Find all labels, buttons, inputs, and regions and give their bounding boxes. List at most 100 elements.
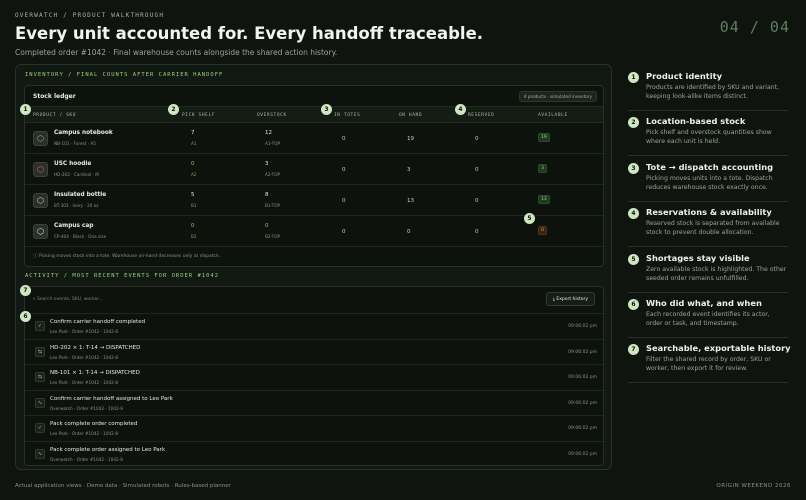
event-time: 09:06:02 pm — [568, 349, 597, 355]
feature-title: Shortages stay visible — [646, 253, 750, 263]
pick-shelf-qty: 0 — [191, 161, 195, 167]
event-meta: Overwatch · Order #1042 · 1042-8 — [50, 456, 123, 462]
list-item[interactable]: ✓ Confirm carrier handoff completed Leo … — [25, 313, 603, 339]
feature-number: 6 — [628, 299, 639, 310]
in-totes-qty: 0 — [342, 198, 346, 204]
on-hand-qty: 0 — [407, 229, 411, 235]
product-sku: CP-404 · Black · One size — [54, 234, 107, 239]
product-sku: HD-202 · Cardinal · M — [54, 172, 99, 177]
pick-shelf-location: B2 — [191, 234, 197, 239]
search-placeholder: Search events, SKU, worker... — [36, 297, 103, 302]
overstock-location: A1-TOP — [265, 141, 281, 146]
arrows-icon: ⇆ — [35, 346, 45, 357]
overstock-qty: 3 — [265, 161, 269, 167]
page-subtitle: Completed order #1042 · Final warehouse … — [15, 48, 338, 57]
export-history-button[interactable]: ⤓ Export history — [545, 292, 595, 306]
feature-description: Products are identified by SKU and varia… — [646, 84, 780, 100]
col-reserved: RESERVED — [468, 113, 495, 118]
list-item[interactable]: ∿ Confirm carrier handoff assigned to Le… — [25, 389, 603, 416]
ledger-header: PRODUCT / SKU PICK SHELF OVERSTOCK IN TO… — [25, 106, 603, 123]
table-row[interactable]: ⬡ Campus notebook NB-101 · Forest · A5 7… — [25, 123, 603, 154]
main-card: INVENTORY / FINAL COUNTS AFTER CARRIER H… — [15, 64, 612, 470]
feature-title: Reservations & availability — [646, 207, 772, 217]
col-pick-shelf: PICK SHELF — [182, 113, 216, 118]
check-circle-icon: ✓ — [35, 423, 45, 433]
feature-number: 1 — [628, 72, 639, 83]
overstock-qty: 12 — [265, 130, 272, 136]
in-totes-qty: 0 — [342, 229, 346, 235]
callout-badge-6: 6 — [20, 311, 31, 322]
page-title: Every unit accounted for. Every handoff … — [15, 24, 484, 43]
overstock-location: B1-TOP — [265, 203, 281, 208]
inventory-section-label: INVENTORY / FINAL COUNTS AFTER CARRIER H… — [25, 72, 224, 78]
list-item[interactable]: ✓ Pack complete order completed Leo Park… — [25, 415, 603, 441]
feature-divider — [628, 246, 788, 247]
event-meta: Leo Park · Order #1042 · 1042-8 — [50, 329, 118, 334]
feature-divider — [628, 337, 788, 338]
feature-number: 7 — [628, 344, 639, 355]
table-row[interactable]: ⬡ USC hoodie HD-202 · Cardinal · M 0 A2 … — [25, 154, 603, 185]
callout-badge-3: 3 — [321, 104, 332, 115]
feature-number: 4 — [628, 208, 639, 219]
col-on-hand: ON HAND — [399, 113, 423, 118]
box-icon: ⬡ — [33, 131, 48, 146]
col-overstock: OVERSTOCK — [257, 113, 287, 118]
event-title: HD-202 × 1: T-14 → DISPATCHED — [50, 344, 141, 351]
product-name: USC hoodie — [54, 161, 92, 167]
footer-right: ORIGIN WEEKEND 2026 — [716, 483, 791, 489]
eyebrow: OVERWATCH / PRODUCT WALKTHROUGH — [15, 12, 165, 19]
callout-badge-7: 7 — [20, 285, 31, 296]
event-time: 09:06:02 pm — [568, 324, 597, 329]
table-row[interactable]: ⬡ Insulated bottle BT-303 · Ivory · 20 o… — [25, 185, 603, 216]
product-name: Campus cap — [54, 223, 94, 229]
product-name: Insulated bottle — [54, 192, 107, 198]
feature-description: Pick shelf and overstock quantities show… — [646, 129, 772, 145]
feature-divider — [628, 382, 788, 383]
event-meta: Leo Park · Order #1042 · 1042-8 — [50, 380, 118, 385]
product-name: Campus notebook — [54, 130, 113, 136]
list-item[interactable]: ⇆ NB-101 × 1: T-14 → DISPATCHED Leo Park… — [25, 364, 603, 390]
search-input[interactable]: ⌕ Search events, SKU, worker... — [33, 296, 103, 302]
in-totes-qty: 0 — [342, 136, 346, 142]
table-row[interactable]: ⬡ Campus cap CP-404 · Black · One size 0… — [25, 216, 603, 247]
list-item[interactable]: ∿ Pack complete order assigned to Leo Pa… — [25, 440, 603, 466]
footer-left: Actual application views · Demo data · S… — [15, 483, 231, 489]
available-badge: 13 — [538, 195, 550, 204]
activity-icon: ∿ — [35, 397, 45, 408]
feature-divider — [628, 155, 788, 156]
event-time: 09:06:02 pm — [568, 426, 597, 431]
feature-description: Picking moves units into a tote. Dispatc… — [646, 175, 773, 191]
list-item[interactable]: ⇆ HD-202 × 1: T-14 → DISPATCHED Leo Park… — [25, 338, 603, 365]
event-time: 09:06:02 pm — [568, 400, 597, 406]
arrows-icon: ⇆ — [35, 372, 45, 382]
download-icon: ⤓ — [552, 297, 555, 302]
col-available: AVAILABLE — [538, 113, 568, 118]
event-meta: Leo Park · Order #1042 · 1042-8 — [50, 431, 118, 436]
feature-description: Each recorded event identifies its actor… — [646, 311, 770, 327]
reserved-qty: 0 — [475, 136, 479, 142]
ledger-footnote: ⓘ Picking moves stock into a tote. Wareh… — [33, 253, 220, 259]
info-icon: ⓘ — [33, 254, 38, 259]
col-product: PRODUCT / SKU — [33, 113, 77, 118]
event-title: NB-101 × 1: T-14 → DISPATCHED — [50, 370, 140, 376]
event-time: 09:06:02 pm — [568, 375, 597, 380]
callout-badge-1: 1 — [20, 104, 31, 115]
available-badge: 19 — [538, 133, 550, 142]
feature-divider — [628, 292, 788, 293]
stock-ledger: Stock ledger 4 products · simulated inve… — [24, 85, 604, 267]
event-meta: Leo Park · Order #1042 · 1042-8 — [50, 354, 118, 360]
feature-description: Reserved stock is separated from availab… — [646, 220, 780, 236]
feature-title: Searchable, exportable history — [646, 343, 791, 353]
feature-description: Filter the shared record by order, SKU o… — [646, 356, 771, 372]
search-icon: ⌕ — [33, 297, 36, 302]
feature-title: Product identity — [646, 71, 722, 81]
event-time: 09:06:02 pm — [568, 451, 597, 457]
overstock-qty: 8 — [265, 192, 269, 198]
box-icon: ⬡ — [33, 162, 48, 177]
activity-panel: ⌕ Search events, SKU, worker... ⤓ Export… — [24, 286, 604, 466]
feature-title: Who did what, and when — [646, 298, 762, 308]
on-hand-qty: 3 — [407, 167, 411, 173]
available-badge: 0 — [538, 226, 547, 235]
available-badge: 3 — [538, 164, 547, 173]
page-number: 04 / 04 — [719, 18, 790, 36]
